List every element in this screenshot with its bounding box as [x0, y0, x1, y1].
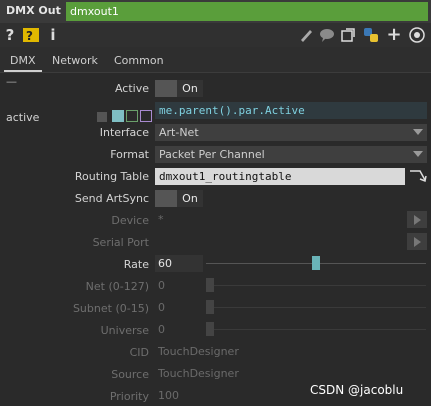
interface-menu-value: Art-Net: [159, 126, 199, 139]
device-play-button[interactable]: [407, 211, 427, 228]
priority-value: 100: [158, 389, 179, 402]
source-value: TouchDesigner: [158, 367, 239, 380]
python-help-icon[interactable]: ?: [22, 26, 40, 44]
cid-value: TouchDesigner: [158, 345, 239, 358]
info-icon[interactable]: i: [48, 26, 58, 44]
subnet-value: 0: [158, 301, 165, 314]
subnet-slider-handle[interactable]: [206, 300, 214, 314]
active-toggle[interactable]: On: [155, 80, 203, 97]
universe-slider-handle[interactable]: [206, 322, 214, 336]
serial-port-label: Serial Port: [92, 236, 149, 249]
svg-text:?: ?: [26, 29, 33, 43]
mode-bind-icon[interactable]: [140, 110, 152, 122]
net-value: 0: [158, 279, 165, 292]
toolbar: ? ? i +: [0, 23, 431, 47]
viewer-target-icon[interactable]: [408, 26, 426, 44]
interface-menu[interactable]: Art-Net: [155, 124, 427, 141]
python-icon[interactable]: [362, 26, 380, 44]
operator-type-label: DMX Out: [6, 4, 61, 17]
operator-name-field[interactable]: dmxout1: [66, 2, 428, 21]
help-icon[interactable]: ?: [4, 26, 16, 44]
routing-table-field[interactable]: dmxout1_routingtable: [155, 168, 405, 185]
active-label: Active: [114, 82, 149, 95]
send-artsync-label: Send ArtSync: [74, 192, 149, 205]
routing-table-label: Routing Table: [74, 170, 149, 183]
net-label: Net (0-127): [85, 280, 149, 293]
tab-network[interactable]: Network: [46, 52, 104, 70]
source-label: Source: [111, 368, 149, 381]
subnet-slider-track[interactable]: [206, 307, 426, 308]
send-artsync-toggle[interactable]: On: [155, 190, 203, 207]
chevron-down-icon: [413, 129, 423, 135]
watermark-text: CSDN @jacoblu: [310, 383, 404, 397]
mode-constant-icon[interactable]: [97, 112, 107, 122]
parameter-panel: — Active On active me.parent().par.Activ…: [0, 73, 431, 406]
active-toggle-value: On: [177, 80, 203, 97]
add-icon[interactable]: +: [386, 26, 402, 44]
subnet-label: Subnet (0-15): [72, 302, 149, 315]
tab-common[interactable]: Common: [108, 52, 170, 70]
interface-label: Interface: [99, 126, 149, 139]
rate-value-field[interactable]: 60: [155, 255, 203, 272]
universe-slider-track[interactable]: [206, 329, 426, 330]
mode-export-icon[interactable]: [126, 110, 138, 122]
format-label: Format: [110, 148, 149, 161]
universe-label: Universe: [100, 324, 149, 337]
edit-pencil-icon[interactable]: [298, 26, 314, 44]
comment-icon[interactable]: [318, 26, 336, 44]
priority-label: Priority: [109, 390, 149, 403]
format-menu[interactable]: Packet Per Channel: [155, 146, 427, 163]
rate-label: Rate: [123, 258, 149, 271]
chevron-down-icon: [413, 151, 423, 157]
serial-port-play-button[interactable]: [407, 233, 427, 250]
drop-arrow-icon[interactable]: [408, 167, 428, 188]
active-expression-label: active: [6, 111, 40, 124]
device-label: Device: [111, 214, 149, 227]
device-value: *: [158, 213, 164, 226]
send-artsync-toggle-value: On: [177, 190, 203, 207]
format-menu-value: Packet Per Channel: [159, 148, 265, 161]
universe-value: 0: [158, 323, 165, 336]
tab-dmx[interactable]: DMX: [4, 52, 42, 72]
mode-expression-icon[interactable]: [112, 110, 124, 122]
clone-icon[interactable]: [340, 26, 356, 44]
rate-slider-handle[interactable]: [312, 256, 320, 270]
net-slider-handle[interactable]: [206, 278, 214, 292]
net-slider-track[interactable]: [206, 285, 426, 286]
active-expression-field[interactable]: me.parent().par.Active: [155, 102, 427, 119]
cid-label: CID: [129, 346, 149, 359]
parameter-tabs: DMX Network Common: [0, 50, 431, 73]
